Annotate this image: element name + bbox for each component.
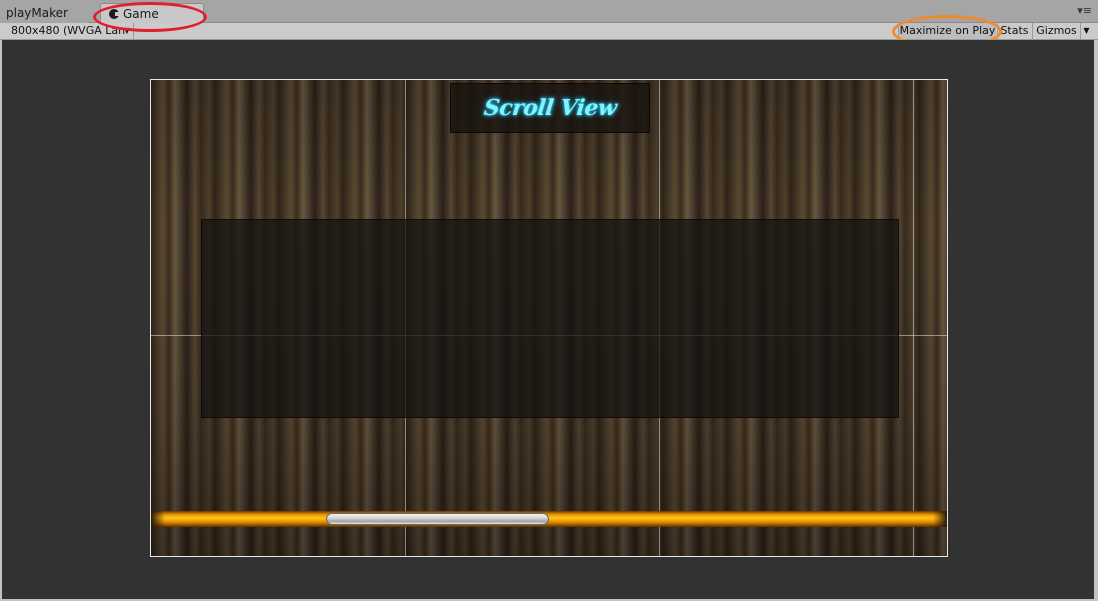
tab-playmaker-label: playMaker (6, 6, 68, 20)
game-viewport[interactable]: Scroll View (2, 40, 1094, 599)
game-view-toolbar: 800x480 (WVGA Lan ▼ Maximize on Play Sta… (0, 23, 1098, 40)
game-controller-icon (109, 8, 120, 19)
editor-tab-bar: playMaker Game ▾≡ (0, 0, 1098, 23)
tab-game[interactable]: Game (100, 3, 204, 23)
gizmos-dropdown-arrow-icon[interactable]: ▼ (1080, 23, 1092, 39)
stats-button[interactable]: Stats (997, 23, 1031, 39)
horizontal-scrollbar-thumb[interactable] (326, 513, 549, 525)
tab-menu-icon[interactable]: ▾≡ (1077, 5, 1092, 16)
scroll-view-title: Scroll View (482, 95, 618, 121)
gizmos-button[interactable]: Gizmos (1032, 23, 1080, 39)
maximize-on-play-button[interactable]: Maximize on Play (898, 23, 996, 39)
title-panel: Scroll View (450, 83, 650, 133)
tab-game-label: Game (123, 6, 159, 21)
game-render-frame[interactable]: Scroll View (150, 79, 948, 557)
scroll-view-panel[interactable] (201, 219, 899, 418)
resolution-value: 800x480 (WVGA Lan (11, 24, 126, 37)
horizontal-scrollbar-track[interactable] (151, 511, 947, 527)
gizmos-label: Gizmos (1036, 24, 1077, 37)
resolution-dropdown[interactable]: 800x480 (WVGA Lan ▼ (6, 23, 134, 39)
stats-label: Stats (1000, 24, 1029, 37)
dropdown-arrow-icon: ▼ (123, 26, 130, 35)
guide-line (913, 80, 914, 556)
tab-playmaker[interactable]: playMaker (0, 3, 88, 23)
maximize-on-play-label: Maximize on Play (899, 24, 996, 37)
